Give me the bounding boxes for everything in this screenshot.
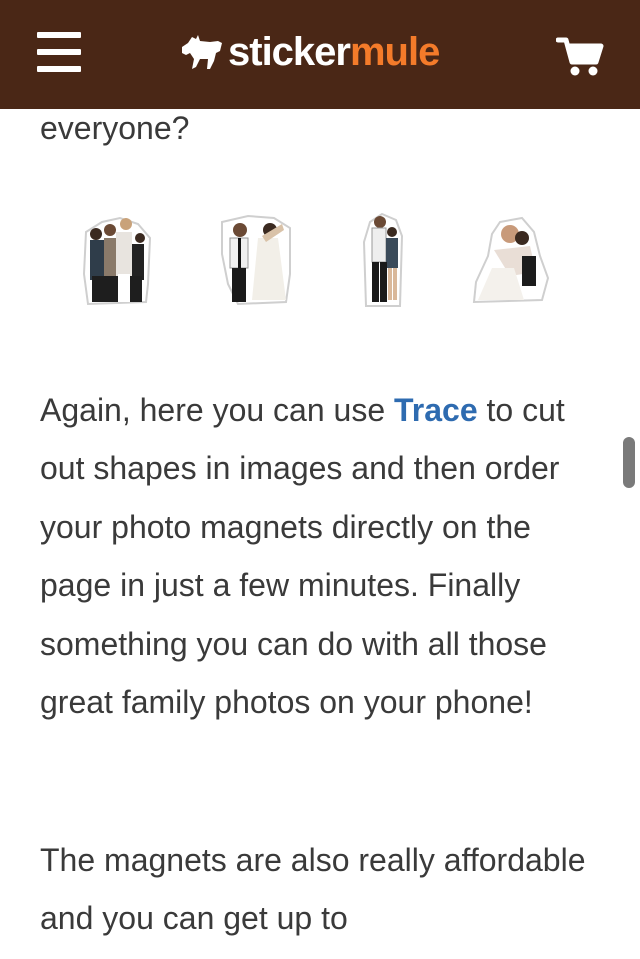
top-nav-bar: sticker mule (0, 0, 640, 109)
hugging-couple-sticker (472, 216, 550, 304)
stickermule-logo[interactable]: sticker mule (180, 27, 440, 77)
sticker-examples-row (80, 212, 560, 312)
trace-link[interactable]: Trace (394, 392, 478, 428)
paragraph-text: to cut out shapes in images and then ord… (40, 392, 565, 721)
hamburger-menu-icon[interactable] (37, 32, 81, 72)
page-scrollbar[interactable] (623, 437, 635, 488)
standing-couple-sticker (362, 212, 404, 307)
shopping-cart-icon[interactable] (555, 36, 604, 78)
logo-text-sticker: sticker (228, 29, 351, 74)
article-paragraph-affordable: The magnets are also really affordable a… (40, 842, 586, 937)
paragraph-text: Again, here you can use (40, 392, 395, 428)
logo-text-mule: mule (349, 29, 440, 74)
group-photo-sticker (82, 216, 152, 306)
article-paragraph-trace: Again, here you can use Trace to cut out… (40, 381, 600, 731)
couple-photo-sticker (221, 214, 291, 306)
previous-paragraph-tail: everyone? (40, 110, 190, 146)
mule-logo-icon (182, 35, 222, 69)
